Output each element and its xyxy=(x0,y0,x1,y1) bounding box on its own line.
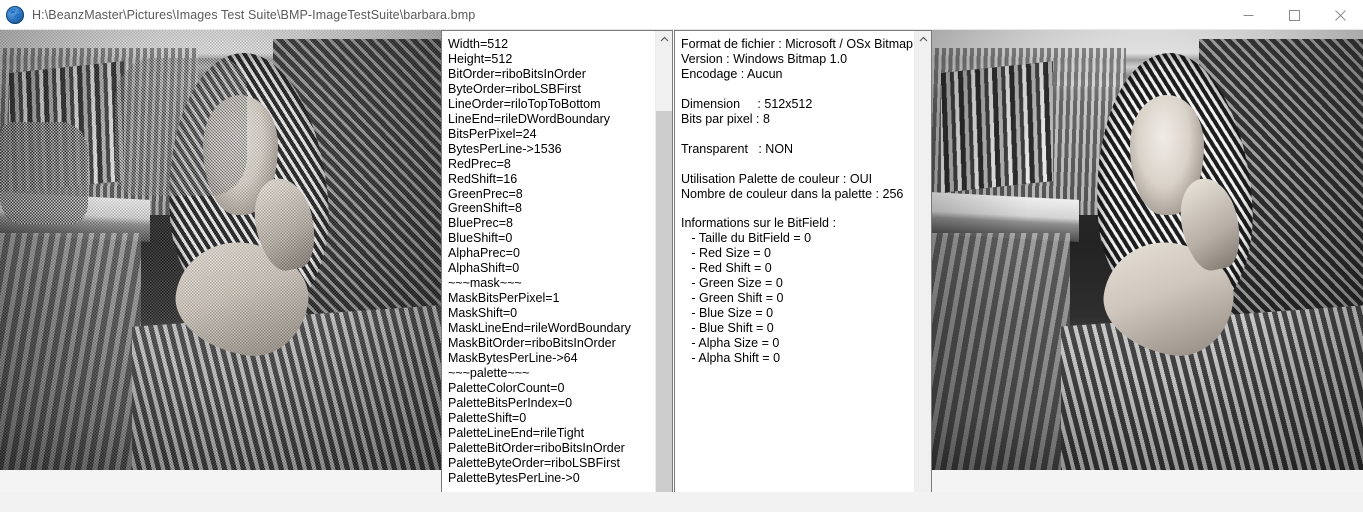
close-button[interactable] xyxy=(1317,0,1363,30)
format-summary-line: - Green Size = 0 xyxy=(681,276,783,291)
raw-property-line: BlueShift=0 xyxy=(448,231,513,246)
raw-property-line: AlphaShift=0 xyxy=(448,261,520,276)
window-title: H:\BeanzMaster\Pictures\Images Test Suit… xyxy=(32,7,476,22)
paw-glyph: 🐾 xyxy=(8,8,22,20)
left-image-bottom-gap xyxy=(0,470,441,492)
raw-property-line: MaskBytesPerLine->64 xyxy=(448,351,578,366)
format-summary-line: - Taille du BitField = 0 xyxy=(681,231,812,246)
barbara-photo-clean xyxy=(932,30,1363,492)
raw-properties-scrollbar[interactable] xyxy=(655,31,672,511)
raw-property-line: BluePrec=8 xyxy=(448,216,513,231)
raw-property-line: RedShift=16 xyxy=(448,171,518,186)
format-summary-line: - Alpha Shift = 0 xyxy=(681,351,781,366)
scroll-up-arrow-icon[interactable] xyxy=(656,31,672,48)
maximize-button[interactable] xyxy=(1271,0,1317,30)
raw-property-line: ByteOrder=riboLSBFirst xyxy=(448,81,582,96)
raw-property-line: PaletteLineEnd=rileTight xyxy=(448,425,585,440)
photo-vignette xyxy=(932,30,1363,492)
format-summary-line: Format de fichier : Microsoft / OSx Bitm… xyxy=(681,37,914,51)
raw-property-line: PaletteBitsPerIndex=0 xyxy=(448,395,573,410)
format-summary-scrollbar[interactable] xyxy=(914,31,931,511)
raw-property-line: BitsPerPixel=24 xyxy=(448,126,537,141)
raw-property-line: PaletteBitOrder=riboBitsInOrder xyxy=(448,440,625,455)
raw-property-line: PaletteShift=0 xyxy=(448,410,527,425)
raw-property-line: PaletteBytesPerLine->0 xyxy=(448,470,580,485)
raw-property-line: BitOrder=riboBitsInOrder xyxy=(448,66,586,81)
scroll-thumb[interactable] xyxy=(656,111,672,501)
barbara-photo-dithered xyxy=(0,30,441,492)
raw-property-line: GreenShift=8 xyxy=(448,201,523,216)
format-summary-line: Informations sur le BitField : xyxy=(681,216,836,231)
format-summary-line xyxy=(681,82,914,97)
format-summary-line: Dimension : 512x512 xyxy=(681,96,813,111)
raw-property-line: Width=512 xyxy=(448,37,509,51)
format-summary-line: Nombre de couleur dans la palette : 256 xyxy=(681,186,904,201)
format-summary-text: Format de fichier : Microsoft / OSx Bitm… xyxy=(675,31,914,511)
application-window: 🐾 H:\BeanzMaster\Pictures\Images Test Su… xyxy=(0,0,1363,512)
format-summary-line: - Blue Shift = 0 xyxy=(681,321,774,336)
format-summary-line xyxy=(681,201,914,216)
photo-vignette xyxy=(0,30,441,492)
source-image-preview[interactable] xyxy=(0,30,441,492)
raw-property-line: Height=512 xyxy=(448,51,513,66)
format-summary-line: - Blue Size = 0 xyxy=(681,306,774,321)
format-summary-panel[interactable]: Format de fichier : Microsoft / OSx Bitm… xyxy=(674,30,932,512)
raw-property-line: ~~~mask~~~ xyxy=(448,276,522,291)
raw-property-line: RedPrec=8 xyxy=(448,156,511,171)
format-summary-line xyxy=(681,157,914,172)
format-summary-line: Utilisation Palette de couleur : OUI xyxy=(681,171,873,186)
format-summary-line: Version : Windows Bitmap 1.0 xyxy=(681,51,848,66)
raw-property-line: MaskBitOrder=riboBitsInOrder xyxy=(448,336,616,351)
raw-properties-panel[interactable]: Width=512 Height=512 BitOrder=riboBitsInOr… xyxy=(441,30,673,512)
raw-property-line: LineOrder=riloTopToBottom xyxy=(448,96,601,111)
format-summary-line: - Green Shift = 0 xyxy=(681,291,784,306)
format-summary-line: - Red Size = 0 xyxy=(681,246,771,261)
format-summary-line: - Red Shift = 0 xyxy=(681,261,772,276)
format-summary-line: Transparent : NON xyxy=(681,141,794,156)
raw-property-line: ~~~palette~~~ xyxy=(448,365,530,380)
right-image-bottom-gap xyxy=(932,470,1363,492)
raw-properties-text: Width=512 Height=512 BitOrder=riboBitsInOr… xyxy=(442,31,655,511)
format-summary-line: Bits par pixel : 8 xyxy=(681,111,770,126)
format-summary-line: Encodage : Aucun xyxy=(681,66,783,81)
raw-property-line: PaletteByteOrder=riboLSBFirst xyxy=(448,455,620,470)
format-summary-line xyxy=(681,127,914,142)
format-summary-line: - Alpha Size = 0 xyxy=(681,336,780,351)
window-bottom-strip xyxy=(0,492,1363,512)
paw-app-icon: 🐾 xyxy=(6,5,24,24)
title-bar: 🐾 H:\BeanzMaster\Pictures\Images Test Su… xyxy=(0,0,1363,30)
minimize-button[interactable] xyxy=(1225,0,1271,30)
window-controls xyxy=(1225,0,1363,30)
raw-property-line: MaskBitsPerPixel=1 xyxy=(448,291,560,306)
raw-property-line: GreenPrec=8 xyxy=(448,186,523,201)
raw-property-line: BytesPerLine->1536 xyxy=(448,141,562,156)
raw-property-line: AlphaPrec=0 xyxy=(448,246,520,261)
raw-property-line: MaskShift=0 xyxy=(448,306,518,321)
decoded-image-preview[interactable] xyxy=(932,30,1363,492)
scroll-up-arrow-icon[interactable] xyxy=(915,31,931,48)
raw-property-line: LineEnd=rileDWordBoundary xyxy=(448,111,611,126)
raw-property-line: MaskLineEnd=rileWordBoundary xyxy=(448,321,631,336)
raw-property-line: PaletteColorCount=0 xyxy=(448,380,565,395)
